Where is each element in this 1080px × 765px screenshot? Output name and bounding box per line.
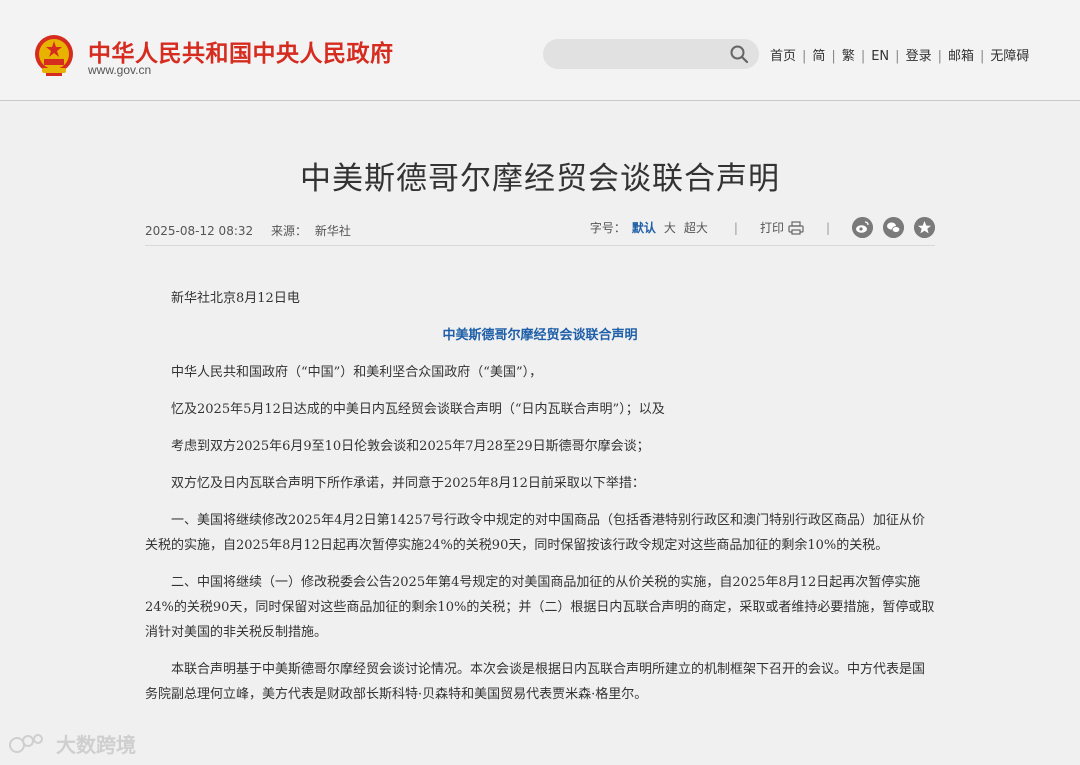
article-paragraph: 忆及2025年5月12日达成的中美日内瓦经贸会谈联合声明（“日内瓦联合声明”）；… xyxy=(171,402,665,417)
nav-simplified[interactable]: 简 xyxy=(812,49,825,64)
article-paragraph: 本联合声明基于中美斯德哥尔摩经贸会谈讨论情况。本次会谈是根据日内瓦联合声明所建立… xyxy=(145,662,926,702)
watermark-logo-icon xyxy=(9,733,43,753)
article-paragraph: 二、中国将继续（一）修改税委会公告2025年第4号规定的对美国商品加征的从价关税… xyxy=(145,575,935,640)
nav-accessibility[interactable]: 无障碍 xyxy=(990,49,1029,64)
statement-heading: 中美斯德哥尔摩经贸会谈联合声明 xyxy=(442,328,638,343)
search-icon[interactable] xyxy=(729,44,749,64)
favorite-icon[interactable] xyxy=(914,217,935,238)
nav-divider: | xyxy=(860,49,866,64)
font-size-label: 字号： xyxy=(589,221,626,235)
article-paragraph: 中华人民共和国政府（“中国”）和美利坚合众国政府（“美国”）， xyxy=(171,365,543,380)
nav-english[interactable]: EN xyxy=(871,49,889,64)
nav-home[interactable]: 首页 xyxy=(770,49,796,64)
nav-divider: | xyxy=(802,49,807,64)
article-body: 新华社北京8月12日电 中美斯德哥尔摩经贸会谈联合声明 中华人民共和国政府（“中… xyxy=(145,286,935,719)
watermark-text: 大数跨境 xyxy=(56,733,136,757)
nav-divider: | xyxy=(895,49,900,64)
wechat-icon[interactable] xyxy=(883,217,904,238)
meta-info: 2025-08-12 08:32 来源： 新华社 xyxy=(145,222,351,239)
article-meta: 2025-08-12 08:32 来源： 新华社 字号： 默认 大 超大 | 打… xyxy=(145,215,935,246)
dateline-paragraph: 新华社北京8月12日电 xyxy=(171,291,300,306)
nav-divider: | xyxy=(937,49,942,64)
search-box xyxy=(543,39,759,69)
meta-divider: | xyxy=(825,220,830,235)
print-button[interactable]: 打印 xyxy=(760,219,804,236)
font-size-xlarge[interactable]: 超大 xyxy=(684,219,708,236)
article-paragraph: 考虑到双方2025年6月9至10日伦敦会谈和2025年7月28至29日斯德哥尔摩… xyxy=(171,439,650,454)
nav-traditional[interactable]: 繁 xyxy=(842,49,855,64)
printer-icon xyxy=(788,220,804,235)
site-header: 中华人民共和国中央人民政府 www.gov.cn 首页 | 简 | 繁 | EN | 登录 | 邮箱… xyxy=(0,0,1080,101)
font-size-large[interactable]: 大 xyxy=(664,219,676,236)
article-paragraph: 一、美国将继续修改2025年4月2日第14257号行政令中规定的对中国商品（包括… xyxy=(145,513,925,553)
nav-divider: | xyxy=(831,49,836,64)
top-nav: 首页 | 简 | 繁 | EN | 登录 | 邮箱 | 无障碍 xyxy=(770,45,1029,64)
nav-login[interactable]: 登录 xyxy=(906,49,932,64)
site-domain: www.gov.cn xyxy=(88,63,152,77)
meta-divider: | xyxy=(733,220,738,235)
article-paragraph: 双方忆及日内瓦联合声明下所作承诺，并同意于2025年8月12日前采取以下举措： xyxy=(171,476,645,491)
watermark: 大数跨境 xyxy=(8,729,136,758)
print-label: 打印 xyxy=(759,221,784,235)
nav-divider: | xyxy=(979,49,985,64)
publish-date: 2025-08-12 08:32 xyxy=(145,224,254,238)
search-input[interactable] xyxy=(557,44,721,66)
font-size-default[interactable]: 默认 xyxy=(632,219,656,236)
source-name: 新华社 xyxy=(314,224,351,238)
weibo-icon[interactable] xyxy=(852,217,873,238)
article-title: 中美斯德哥尔摩经贸会谈联合声明 xyxy=(300,161,780,197)
nav-mailbox[interactable]: 邮箱 xyxy=(948,49,974,64)
meta-tools: 字号： 默认 大 超大 | 打印 | xyxy=(590,217,935,238)
national-emblem-icon[interactable] xyxy=(32,32,76,78)
source-label: 来源： xyxy=(270,224,307,238)
